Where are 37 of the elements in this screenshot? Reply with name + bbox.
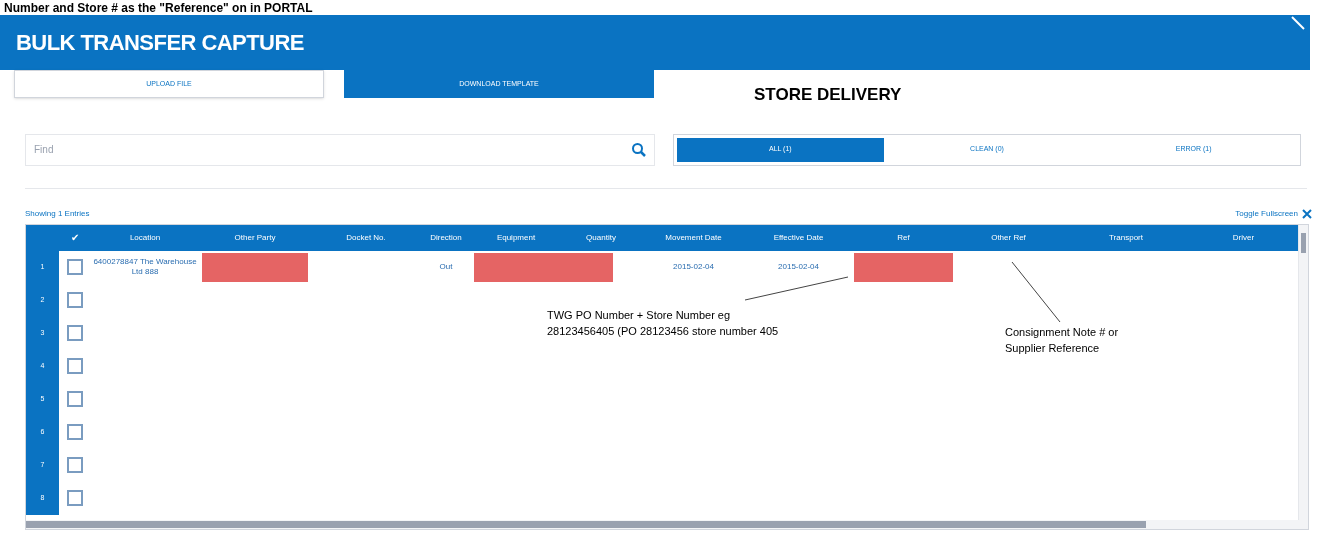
table-cell: 2015-02-04 <box>673 262 714 272</box>
row-checkbox[interactable] <box>67 424 83 440</box>
column-header[interactable]: Other Party <box>199 224 311 251</box>
diagonal-icon[interactable] <box>1290 15 1306 31</box>
column-header[interactable]: Other Ref <box>956 224 1061 251</box>
column-header[interactable]: Quantity <box>561 224 641 251</box>
row-checkbox[interactable] <box>67 457 83 473</box>
column-header[interactable]: Driver <box>1191 224 1296 251</box>
column-header[interactable]: Equipment <box>471 224 561 251</box>
column-header[interactable]: Transport <box>1061 224 1191 251</box>
column-header[interactable]: Movement Date <box>641 224 746 251</box>
column-header[interactable]: Effective Date <box>746 224 851 251</box>
close-icon[interactable] <box>1302 208 1312 219</box>
column-header[interactable]: Location <box>91 224 199 251</box>
search-icon[interactable] <box>631 141 647 158</box>
row-checkbox[interactable] <box>67 292 83 308</box>
row-checkbox[interactable] <box>67 490 83 506</box>
fullscreen-toggle[interactable]: Toggle Fullscreen <box>1235 207 1312 220</box>
table-cell: 2015-02-04 <box>778 262 819 272</box>
column-header[interactable]: Docket No. <box>311 224 421 251</box>
vertical-scrollbar[interactable] <box>1298 224 1308 520</box>
entries-count: Showing 1 Entries <box>25 207 90 220</box>
table-cell-text: 6400278847 The Warehouse Ltd 888 <box>92 257 198 277</box>
column-header[interactable]: Direction <box>421 224 471 251</box>
row-checkbox[interactable] <box>67 358 83 374</box>
section-title: STORE DELIVERY <box>754 84 902 106</box>
row-checkbox[interactable] <box>67 259 83 275</box>
row-checkbox[interactable] <box>67 391 83 407</box>
search-field[interactable]: Find <box>25 133 655 166</box>
page-title: BULK TRANSFER CAPTURE <box>16 29 304 57</box>
check-header: ✔ <box>70 231 80 245</box>
table-cell: Out <box>439 262 453 272</box>
horizontal-scrollbar[interactable] <box>26 519 1308 529</box>
row-checkbox[interactable] <box>67 325 83 341</box>
column-header[interactable]: Ref <box>851 224 956 251</box>
caption-text: Number and Store # as the "Reference" on in PORTAL <box>4 0 313 15</box>
leader-line <box>1011 261 1061 323</box>
